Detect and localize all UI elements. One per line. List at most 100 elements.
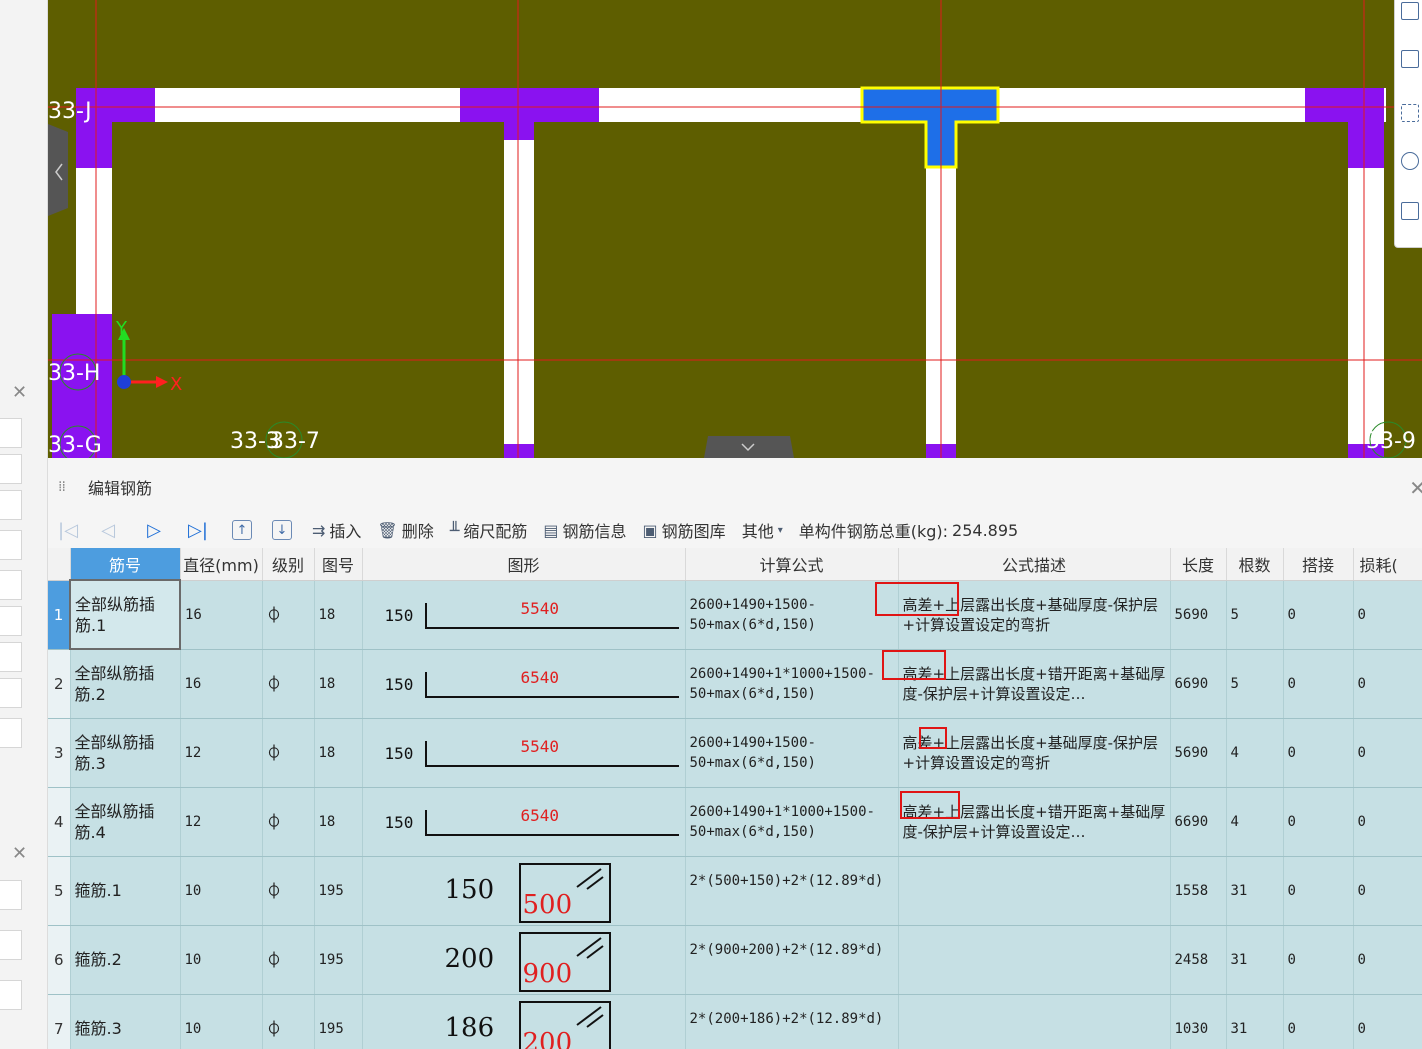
column-header[interactable]: 长度 <box>1170 548 1227 581</box>
diameter-cell[interactable]: 16 <box>180 649 263 719</box>
diameter-cell[interactable]: 10 <box>180 856 263 926</box>
move-down-icon[interactable]: ↓ <box>272 520 292 540</box>
list-item[interactable] <box>0 418 22 448</box>
description-cell[interactable] <box>898 856 1171 926</box>
length-cell[interactable]: 1030 <box>1170 994 1227 1049</box>
row-number[interactable]: 7 <box>48 994 71 1049</box>
grade-cell[interactable]: ⏀ <box>262 856 315 926</box>
list-item[interactable] <box>0 718 22 748</box>
lap-cell[interactable]: 0 <box>1283 580 1354 650</box>
figure-number-cell[interactable]: 195 <box>314 994 363 1049</box>
loss-cell[interactable]: 0 <box>1353 787 1422 857</box>
count-cell[interactable]: 31 <box>1226 925 1284 995</box>
count-cell[interactable]: 5 <box>1226 580 1284 650</box>
rebar-name-cell[interactable]: 全部纵筋插筋.4 <box>70 787 181 857</box>
formula-cell[interactable]: 2600+1490+1*1000+1500-50+max(6*d,150) <box>685 649 899 719</box>
diameter-cell[interactable]: 10 <box>180 994 263 1049</box>
lap-cell[interactable]: 0 <box>1283 718 1354 788</box>
list-item[interactable] <box>0 570 22 600</box>
figure-number-cell[interactable]: 195 <box>314 856 363 926</box>
length-cell[interactable]: 1558 <box>1170 856 1227 926</box>
list-item[interactable] <box>0 490 22 520</box>
select-icon[interactable] <box>1401 104 1419 122</box>
column-header[interactable]: 公式描述 <box>898 548 1171 581</box>
rebar-name-cell[interactable]: 箍筋.1 <box>70 856 181 926</box>
lap-cell[interactable]: 0 <box>1283 994 1354 1049</box>
formula-cell[interactable]: 2600+1490+1500-50+max(6*d,150) <box>685 718 899 788</box>
figure-number-cell[interactable]: 195 <box>314 925 363 995</box>
count-cell[interactable]: 4 <box>1226 787 1284 857</box>
list-icon[interactable] <box>1401 202 1419 220</box>
rebar-info-button[interactable]: ▤ 钢筋信息 <box>543 518 626 542</box>
figure-number-cell[interactable]: 18 <box>314 580 363 650</box>
close-icon[interactable]: ✕ <box>1409 476 1422 500</box>
list-item[interactable] <box>0 642 22 672</box>
figure-number-cell[interactable]: 18 <box>314 718 363 788</box>
column-header[interactable]: 图号 <box>314 548 363 581</box>
length-cell[interactable]: 6690 <box>1170 649 1227 719</box>
count-cell[interactable]: 4 <box>1226 718 1284 788</box>
list-item[interactable] <box>0 606 22 636</box>
lap-cell[interactable]: 0 <box>1283 787 1354 857</box>
column-header[interactable]: 根数 <box>1226 548 1284 581</box>
list-item[interactable] <box>0 454 22 484</box>
list-item[interactable] <box>0 678 22 708</box>
rebar-name-cell[interactable]: 箍筋.2 <box>70 925 181 995</box>
shape-cell[interactable]: 150 6540 <box>362 787 686 857</box>
loss-cell[interactable]: 0 <box>1353 580 1422 650</box>
column-header[interactable]: 搭接 <box>1283 548 1354 581</box>
column-header[interactable]: 级别 <box>262 548 315 581</box>
column-header[interactable]: 计算公式 <box>685 548 899 581</box>
diameter-cell[interactable]: 10 <box>180 925 263 995</box>
shape-cell[interactable]: 150 5540 <box>362 718 686 788</box>
row-number[interactable]: 5 <box>48 856 71 926</box>
grade-cell[interactable]: ⏀ <box>262 649 315 719</box>
insert-button[interactable]: ⇉ 插入 <box>312 518 361 542</box>
grade-cell[interactable]: ⏀ <box>262 718 315 788</box>
rebar-library-button[interactable]: ▣ 钢筋图库 <box>643 518 726 542</box>
rebar-name-cell[interactable]: 箍筋.3 <box>70 994 181 1049</box>
list-item[interactable] <box>0 880 22 910</box>
row-number[interactable]: 3 <box>48 718 71 788</box>
shape-cell[interactable]: 200 900 <box>362 925 686 995</box>
grade-cell[interactable]: ⏀ <box>262 787 315 857</box>
length-cell[interactable]: 2458 <box>1170 925 1227 995</box>
table-row[interactable]: 6 箍筋.2 10 ⏀ 195 200 900 2*(900+200)+2*(1… <box>48 925 1422 995</box>
count-cell[interactable]: 5 <box>1226 649 1284 719</box>
drag-handle-icon[interactable]: ⁞⁞ <box>58 479 70 495</box>
last-record-icon[interactable]: ▷| <box>188 520 208 541</box>
length-cell[interactable]: 5690 <box>1170 718 1227 788</box>
table-row[interactable]: 2 全部纵筋插筋.2 16 ⏀ 18 150 6540 2600+1490+1*… <box>48 649 1422 719</box>
rebar-name-cell[interactable]: 全部纵筋插筋.1 <box>69 579 181 650</box>
column-header[interactable]: 损耗( <box>1353 548 1422 581</box>
table-row[interactable]: 1 全部纵筋插筋.1 16 ⏀ 18 150 5540 2600+1490+15… <box>48 579 1422 650</box>
row-number[interactable]: 4 <box>48 787 71 857</box>
close-icon[interactable]: ✕ <box>12 384 27 402</box>
figure-number-cell[interactable]: 18 <box>314 787 363 857</box>
grade-cell[interactable]: ⏀ <box>262 994 315 1049</box>
list-item[interactable] <box>0 530 22 560</box>
loss-cell[interactable]: 0 <box>1353 856 1422 926</box>
lap-cell[interactable]: 0 <box>1283 856 1354 926</box>
lap-cell[interactable]: 0 <box>1283 925 1354 995</box>
length-cell[interactable]: 6690 <box>1170 787 1227 857</box>
prev-record-icon[interactable]: ◁ <box>98 520 118 541</box>
table-row[interactable]: 4 全部纵筋插筋.4 12 ⏀ 18 150 6540 2600+1490+1*… <box>48 787 1422 857</box>
column-header[interactable]: 直径(mm) <box>180 548 263 581</box>
formula-cell[interactable]: 2600+1490+1*1000+1500-50+max(6*d,150) <box>685 787 899 857</box>
count-cell[interactable]: 31 <box>1226 856 1284 926</box>
loss-cell[interactable]: 0 <box>1353 649 1422 719</box>
diameter-cell[interactable]: 12 <box>180 787 263 857</box>
shape-cell[interactable]: 150 500 <box>362 856 686 926</box>
delete-button[interactable]: 🗑 删除 <box>377 518 433 542</box>
description-cell[interactable] <box>898 925 1171 995</box>
loss-cell[interactable]: 0 <box>1353 994 1422 1049</box>
shape-cell[interactable]: 150 5540 <box>362 580 686 650</box>
description-cell[interactable] <box>898 994 1171 1049</box>
move-up-icon[interactable]: ↑ <box>232 520 252 540</box>
other-dropdown[interactable]: 其他 ▾ <box>742 518 783 542</box>
rebar-name-cell[interactable]: 全部纵筋插筋.3 <box>70 718 181 788</box>
row-number[interactable]: 6 <box>48 925 71 995</box>
shape-cell[interactable]: 150 6540 <box>362 649 686 719</box>
rotate-icon[interactable] <box>1401 152 1419 170</box>
